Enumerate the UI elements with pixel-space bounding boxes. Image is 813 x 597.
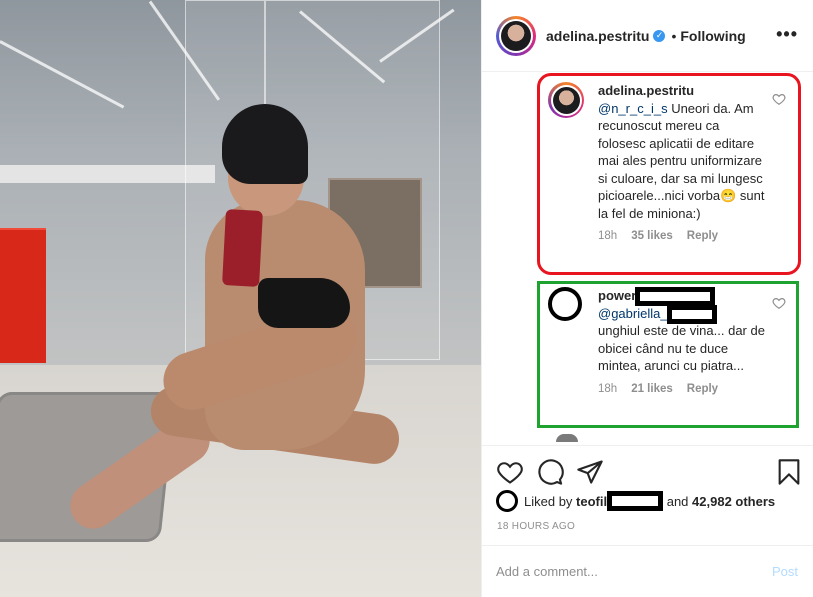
post-timestamp: 18 HOURS AGO (497, 521, 576, 532)
comment-avatar (556, 434, 578, 442)
bookmark-icon[interactable] (775, 458, 803, 486)
header-separator: • (671, 27, 677, 44)
ellipsis-icon[interactable]: ••• (776, 24, 798, 45)
header-username[interactable]: adelina.pestritu (546, 28, 649, 44)
share-icon[interactable] (576, 458, 604, 486)
following-button[interactable]: Following (680, 28, 745, 44)
photo-figure-top (258, 278, 350, 328)
comment-input[interactable] (496, 564, 746, 579)
action-bar (482, 445, 813, 495)
heart-icon[interactable] (496, 458, 524, 486)
redaction-box (607, 491, 664, 511)
liker-username[interactable]: teofil (576, 494, 607, 509)
likes-prefix: Liked by (524, 493, 577, 509)
likes-middle: and (663, 493, 693, 509)
post-header: adelina.pestritu ✓ • Following ••• (482, 0, 813, 72)
avatar-image (501, 20, 531, 51)
comment-icon[interactable] (536, 458, 564, 486)
verified-badge-icon: ✓ (653, 29, 666, 42)
post-photo[interactable] (0, 0, 481, 597)
photo-red-cabinet (0, 228, 46, 363)
photo-counter (0, 165, 215, 183)
post-button[interactable]: Post (772, 564, 798, 579)
highlight-box-green (537, 281, 799, 428)
likes-summary: Liked by teofil and 42,982 others (496, 490, 775, 512)
add-comment-bar: Post (482, 545, 813, 597)
avatar[interactable] (496, 15, 536, 56)
photo-figure-hair (222, 104, 308, 184)
likes-count[interactable]: 42,982 others (692, 494, 775, 509)
liker-avatar[interactable] (496, 490, 518, 512)
highlight-box-red (537, 73, 801, 275)
photo-phone (222, 209, 263, 287)
